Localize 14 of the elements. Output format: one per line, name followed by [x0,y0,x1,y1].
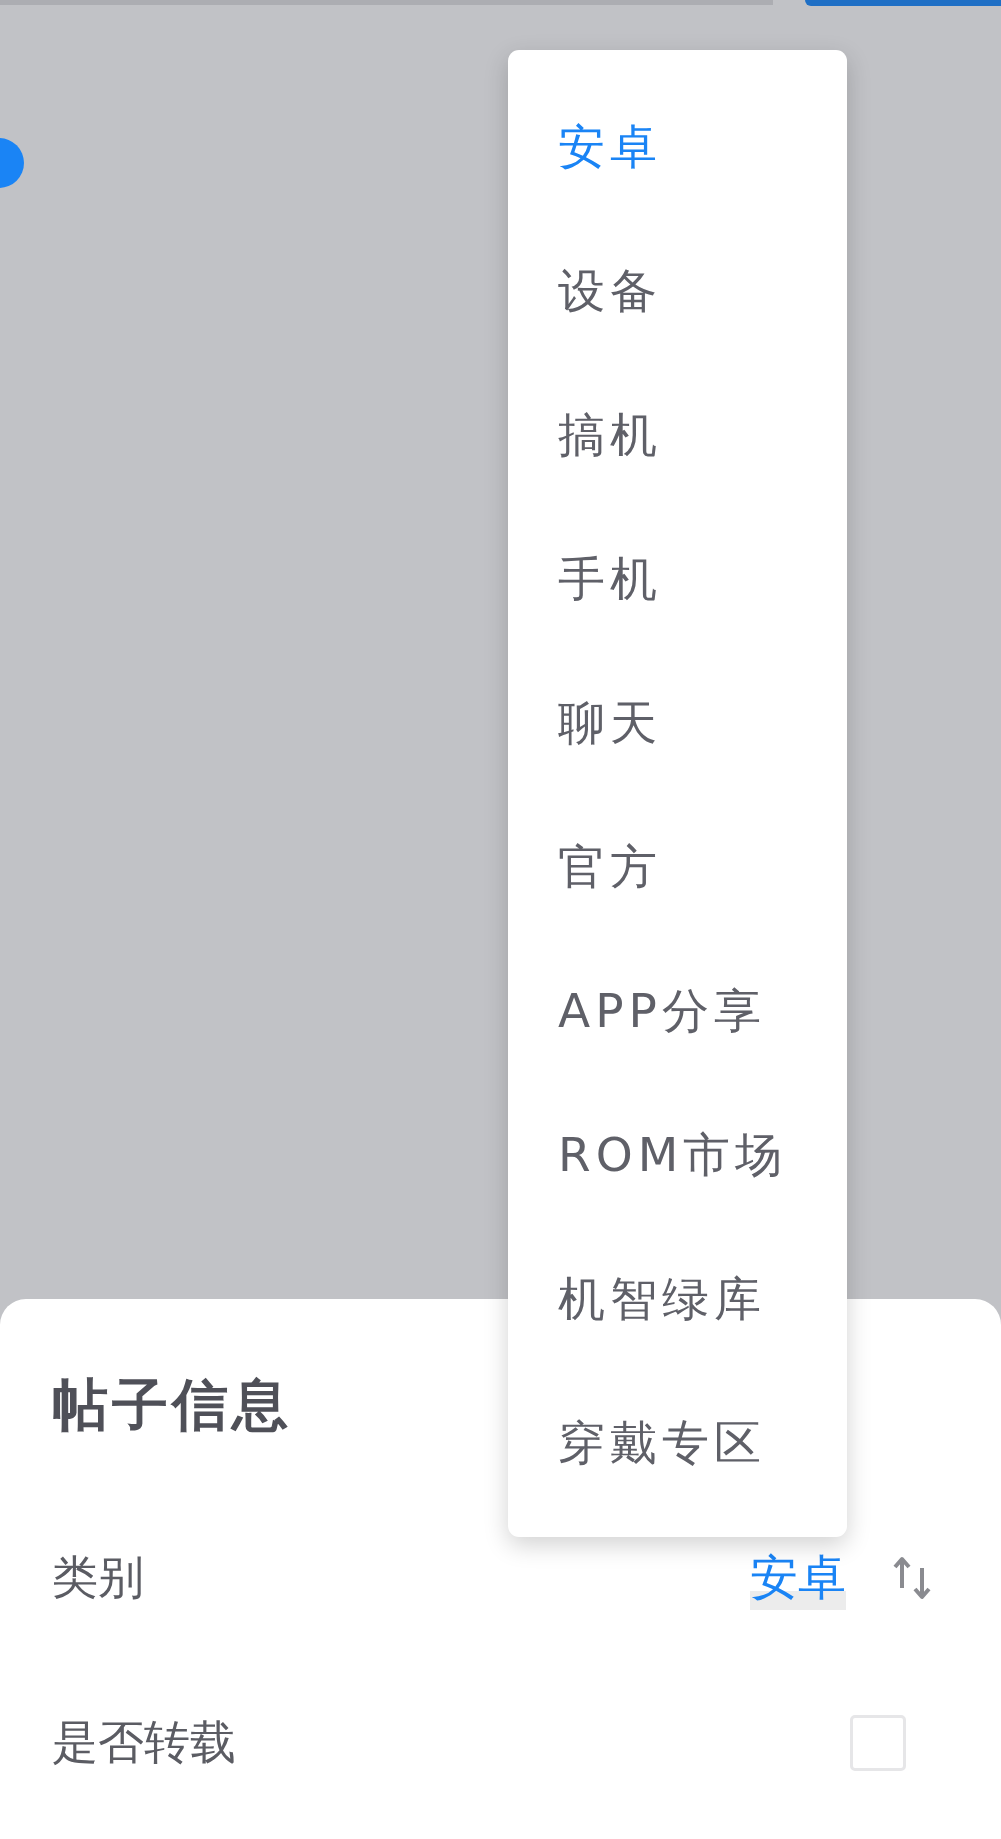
menu-item[interactable]: 聊天 [508,651,847,795]
sheet-title: 帖子信息 [52,1371,292,1439]
field-label: 类别 [52,1548,144,1606]
menu-item[interactable]: 搞机 [508,363,847,507]
menu-item[interactable]: 官方 [508,795,847,939]
checkbox[interactable] [850,1714,906,1771]
menu-item[interactable]: ROM市场 [508,1083,847,1227]
menu-item[interactable]: 穿戴专区 [508,1371,847,1515]
menu-item[interactable]: APP分享 [508,939,847,1083]
field-label: 是否转载 [52,1713,236,1771]
menu-item[interactable]: 安卓 [508,75,847,219]
menu-item[interactable]: 设备 [508,219,847,363]
menu-item[interactable]: 手机 [508,507,847,651]
menu-item[interactable]: 机智绿库 [508,1227,847,1371]
